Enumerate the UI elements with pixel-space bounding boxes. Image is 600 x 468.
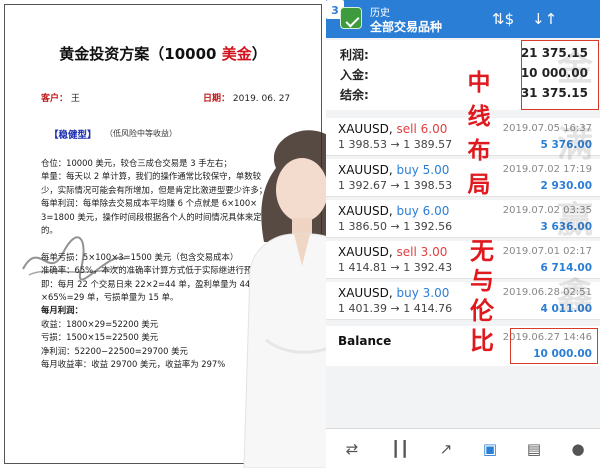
deal-row[interactable]: XAUUSD, buy 6.00 1 386.50 → 1 392.56 2019.… [326,200,600,238]
slogan-char: 比 [470,326,494,355]
document-line: 每单利润：每单除去交易成本平均赚 6 个点就是 6×100× [41,198,258,209]
document-line: 3=1800 美元，操作时间段根据各个人的时间情况具体来定 [41,211,262,222]
document-line: 仓位：10000 美元，较仓三成仓交易是 3 手左右； [41,158,232,168]
summary-label: 利润: [340,48,369,62]
summary-row-profit: 利润: 21 375.15 [340,46,592,66]
deal-time: 2019.07.02 17:19 [502,164,592,175]
app-toolbar: 历史 全部交易品种 ⇅$ ↓↑ 3 [326,0,600,38]
title-prefix: 黄金投资方案（10000 [59,45,222,63]
deal-symbol-text: XAUUSD, [338,204,393,218]
document-line: 单量：每天以 2 单计算，我们的操作通常比较保守，单数较 [41,171,262,182]
slogan-vertical-b: 无与伦比 [470,236,510,356]
deal-symbol-text: XAUUSD, [338,245,393,259]
chat-icon[interactable]: ● [568,439,588,459]
deal-profit: 3 636.00 [540,221,592,233]
slogan-char: 布 [467,137,491,164]
balance-time: 2019.06.27 14:46 [502,332,592,343]
deal-side: buy 5.00 [396,163,450,177]
slogan-char: 中 [467,69,491,96]
document-line: 少，实际情况可能会有所增加，但是肯定比激进型要少许多； [41,184,268,195]
summary-label: 入金: [340,68,369,82]
deal-row[interactable]: XAUUSD, sell 3.00 1 414.81 → 1 392.43 2019… [326,241,600,279]
trade-icon[interactable]: ⇄ [342,439,362,459]
balance-label: Balance [338,334,392,348]
bottom-navigation: ⇄ ┃┃ ↗ ▣ ▤ ● [326,428,600,468]
balance-row[interactable]: Balance 2019.06.27 14:46 10 000.00 [326,326,600,366]
summary-value: 10 000.00 [520,66,588,80]
slogan-char: 线 [467,103,491,130]
plan-type-tag: 【稳健型】 [49,130,97,141]
account-summary: 利润: 21 375.15 入金: 10 000.00 结余: 31 375.1… [326,40,600,110]
slogan-vertical-a: 中线布局 [464,66,494,202]
title-suffix: ） [251,45,267,63]
dollar-exchange-icon[interactable]: ⇅$ [492,10,514,28]
deal-symbol: XAUUSD, buy 5.00 [338,163,449,177]
document-line: 每月收益率：收益 29700 美元，收益率为 297% [41,359,226,370]
date-meta: 日期： 2019. 06. 27 [203,91,290,104]
deal-time: 2019.07.01 02:17 [502,246,592,257]
deal-side: sell 6.00 [396,122,448,136]
news-icon[interactable]: ▤ [524,439,544,459]
summary-value: 21 375.15 [520,46,588,60]
balance-value: 10 000.00 [533,348,592,360]
document-line: ×65%=29 单，亏损单量为 15 单。 [41,292,179,303]
deal-prices: 1 414.81 → 1 392.43 [338,261,453,274]
deal-symbol-text: XAUUSD, [338,163,393,177]
document-line: 收益：1800×29=52200 美元 [41,318,159,329]
deal-side: sell 3.00 [396,245,448,259]
trend-icon[interactable]: ↗ [436,439,456,459]
deal-row[interactable]: XAUUSD, buy 3.00 1 401.39 → 1 414.76 2019.… [326,282,600,320]
deal-prices: 1 386.50 → 1 392.56 [338,220,453,233]
deal-time: 2019.07.05 16:37 [502,123,592,134]
toolbar-subtitle: 历史 [370,8,390,19]
deal-symbol: XAUUSD, buy 6.00 [338,204,449,218]
chart-candles-icon[interactable]: ┃┃ [390,439,410,459]
document-line: 每月利润： [41,305,83,316]
summary-label: 结余: [340,88,369,102]
date-label: 日期： [203,94,231,104]
deal-side: buy 3.00 [396,286,450,300]
deal-time: 2019.06.28 02:51 [502,287,592,298]
deal-prices: 1 392.67 → 1 398.53 [338,179,453,192]
deal-symbol: XAUUSD, sell 6.00 [338,122,447,136]
deal-row[interactable]: XAUUSD, sell 6.00 1 398.53 → 1 389.57 2019… [326,118,600,156]
slogan-char: 无 [470,236,494,265]
client-value: 王 [70,94,80,104]
deal-prices: 1 401.39 → 1 414.76 [338,302,453,315]
deal-time: 2019.07.02 03:35 [502,205,592,216]
deal-profit: 6 714.00 [540,262,592,274]
date-value: 2019. 06. 27 [232,94,291,104]
signature-scribble [22,236,126,281]
deal-profit: 2 930.00 [540,180,592,192]
summary-value: 31 375.15 [520,86,588,100]
deal-symbol: XAUUSD, buy 3.00 [338,286,449,300]
deal-prices: 1 398.53 → 1 389.57 [338,138,453,151]
investment-plan-document: 黄金投资方案（10000 美金） 客户： 王 日期： 2019. 06. 27 … [4,4,322,464]
history-inbox-icon[interactable]: ▣ [480,439,500,459]
plan-type-note: （低风险中等收益） [105,129,177,138]
deal-profit: 4 011.00 [540,303,592,315]
sort-arrows-icon[interactable]: ↓↑ [532,10,557,28]
document-line: 亏损：1500×15=22500 美元 [41,332,159,343]
slogan-char: 伦 [470,296,494,325]
client-label: 客户： [41,94,69,104]
slogan-char: 局 [467,171,491,198]
deal-symbol-text: XAUUSD, [338,122,393,136]
deal-row[interactable]: XAUUSD, buy 5.00 1 392.67 → 1 398.53 2019.… [326,159,600,197]
document-title: 黄金投资方案（10000 美金） [5,43,321,64]
toolbar-title[interactable]: 全部交易品种 [370,18,442,35]
deal-profit: 5 376.00 [540,139,592,151]
document-line: 净利润：52200−22500=29700 美元 [41,345,188,356]
deal-side: buy 6.00 [396,204,450,218]
deal-symbol: XAUUSD, sell 3.00 [338,245,447,259]
client-meta: 客户： 王 [41,91,80,104]
deal-symbol-text: XAUUSD, [338,286,393,300]
title-accent: 美金 [221,45,252,63]
slogan-char: 与 [470,266,494,295]
trading-app-screen: 历史 全部交易品种 ⇅$ ↓↑ 3 利润: 21 375.15 入金: 10 0… [326,0,600,468]
app-logo-icon[interactable] [340,7,362,29]
